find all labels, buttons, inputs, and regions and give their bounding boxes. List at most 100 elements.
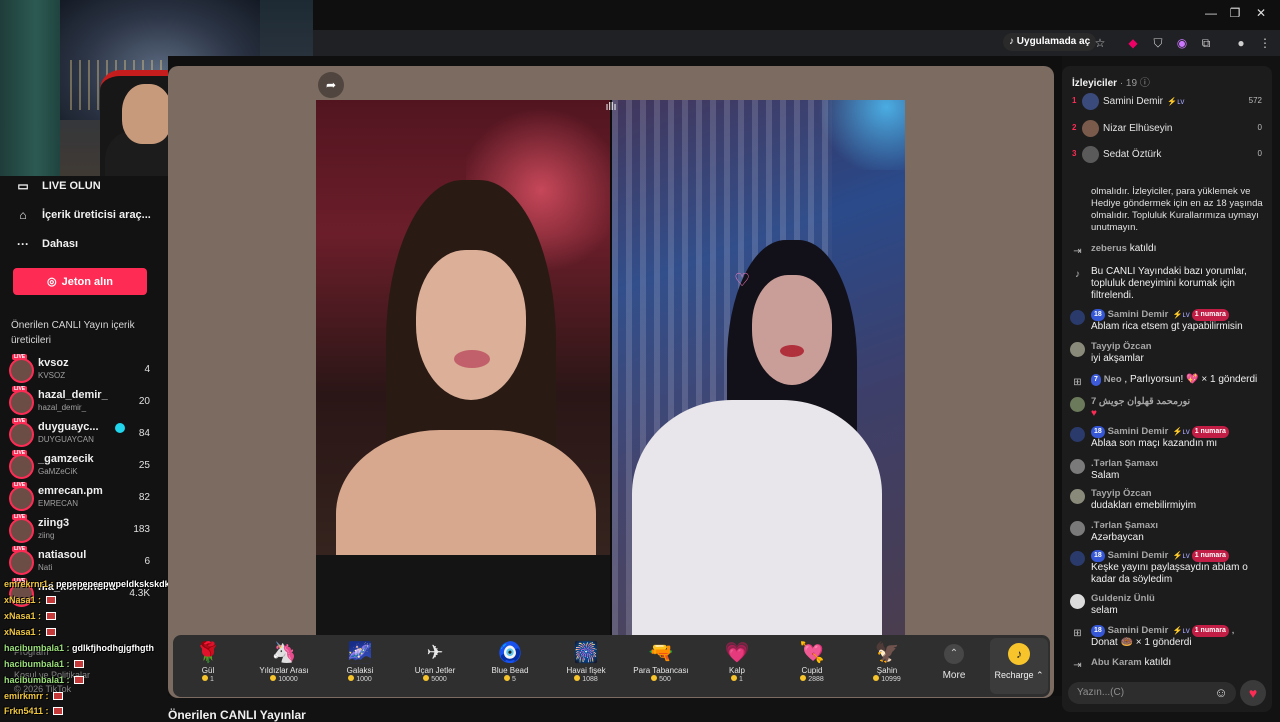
- viewer-count: 183: [133, 524, 150, 535]
- avatar: [9, 550, 34, 575]
- extension-icon[interactable]: ◆: [1124, 34, 1142, 52]
- avatar[interactable]: [1070, 551, 1085, 566]
- chat-username[interactable]: Samini Demir: [1108, 426, 1169, 437]
- gift-price-value: 5: [512, 676, 516, 683]
- chat-body: 18 Samini Demir ⚡ʟᴠ 1 numara , Donat 🍩 × …: [1091, 625, 1235, 648]
- extensions-puzzle-icon[interactable]: ⧉: [1197, 34, 1215, 52]
- video-guest-right[interactable]: ♡: [612, 100, 905, 635]
- emoji-icon[interactable]: ☺: [1212, 684, 1230, 702]
- gift-price-value: 5000: [431, 676, 447, 683]
- audio-bars-icon[interactable]: ıllı: [600, 101, 622, 117]
- creator-list-item[interactable]: LIVE emrecan.pm EMRECAN 82: [8, 482, 160, 514]
- chat-username[interactable]: Guldeniz Ünlü: [1091, 593, 1155, 604]
- creator-nickname: DUYGUAYCAN: [38, 435, 94, 444]
- avatar: [1082, 120, 1099, 137]
- avatar[interactable]: [1070, 397, 1085, 412]
- top-viewer-row[interactable]: 3 Sedat Öztürk 0: [1068, 144, 1266, 166]
- top-viewer-row[interactable]: 1 Samini Demir ⚡ʟᴠ 572: [1068, 91, 1266, 113]
- avatar[interactable]: [1070, 342, 1085, 357]
- profile-avatar-icon[interactable]: ●: [1232, 34, 1250, 52]
- top-viewer-row[interactable]: 2 Nizar Elhüseyin 0: [1068, 118, 1266, 140]
- gift-name: Uçan Jetler: [414, 666, 456, 675]
- gift-item[interactable]: 🦄 Yıldızlar Arası 10000: [247, 640, 321, 692]
- viewer-name: Sedat Öztürk: [1103, 149, 1161, 160]
- chat-username[interactable]: Tayyip Özcan: [1091, 341, 1152, 352]
- chat-username[interactable]: Samini Demir: [1108, 550, 1169, 561]
- gift-item[interactable]: 🧿 Blue Bead 5: [473, 640, 547, 692]
- video-host-left[interactable]: [316, 100, 610, 635]
- avatar: [9, 454, 34, 479]
- avatar[interactable]: [1070, 489, 1085, 504]
- creator-name: duyguayc...: [38, 421, 99, 433]
- gift-item[interactable]: ✈ Uçan Jetler 5000: [398, 640, 472, 692]
- chat-username[interactable]: Abu Karam: [1091, 657, 1142, 668]
- coin-icon: [651, 675, 658, 681]
- get-coins-label: Jeton alın: [61, 275, 113, 288]
- avatar[interactable]: [1070, 427, 1085, 442]
- chat-username[interactable]: zeberus: [1091, 243, 1127, 254]
- creator-list-item[interactable]: LIVE kvsoz KVSOZ 4: [8, 354, 160, 386]
- creator-list-item[interactable]: LIVE duyguayc... DUYGUAYCAN 84: [8, 418, 160, 450]
- creator-list-item[interactable]: LIVE natiasoul Nati 6: [8, 546, 160, 578]
- address-bar[interactable]: [313, 30, 998, 54]
- gift-name: Kalp: [728, 666, 745, 675]
- bookmark-star-icon[interactable]: ☆: [1091, 34, 1109, 52]
- nav-creator-tools[interactable]: ⌂ İçerik üreticisi araç...: [16, 204, 150, 226]
- chat-text: Salam: [1091, 470, 1120, 481]
- gift-box-icon: ⊞: [1073, 628, 1082, 639]
- viewer-rank: 2: [1072, 123, 1077, 132]
- creator-list-item[interactable]: LIVE ziing3 ziing 183: [8, 514, 160, 546]
- overlay-chat-user: emirkmrr :: [4, 691, 49, 701]
- viewer-name-text: Samini Demir: [1103, 96, 1164, 107]
- creator-name: emrecan.pm: [38, 485, 103, 497]
- creator-list-item[interactable]: LIVE _gamzecik GaMZeCiK 25: [8, 450, 160, 482]
- nav-more[interactable]: ··· Dahası: [16, 233, 78, 255]
- nav-label: Dahası: [42, 238, 79, 250]
- share-icon[interactable]: ➦: [318, 72, 344, 98]
- gift-item[interactable]: 🔫 Para Tabancası 500: [624, 640, 698, 692]
- open-in-app-button[interactable]: ♪ Uygulamada aç: [1003, 33, 1097, 51]
- overlay-chat-line: Frkn5411 :: [4, 706, 64, 716]
- gift-item[interactable]: 💘 Cupid 2888: [775, 640, 849, 692]
- chat-username[interactable]: نورمحمد قهلوان جويش 7: [1091, 396, 1190, 407]
- heart-like-icon[interactable]: ♥: [1240, 680, 1266, 706]
- live-badge: LIVE: [12, 386, 28, 392]
- avatar: [9, 358, 34, 383]
- chat-body: Tayyip Özcan iyi akşamlar: [1091, 341, 1266, 365]
- chat-username[interactable]: Samini Demir: [1108, 309, 1169, 320]
- avatar[interactable]: [1070, 310, 1085, 325]
- info-icon[interactable]: ⓘ: [1140, 78, 1150, 89]
- avatar[interactable]: [1070, 594, 1085, 609]
- get-coins-button[interactable]: ◎ Jeton alın: [13, 268, 147, 295]
- avatar: [9, 422, 34, 447]
- nav-go-live[interactable]: ▭ LIVE OLUN: [16, 175, 100, 197]
- chat-username[interactable]: .Tərlan Şamaxı: [1091, 458, 1158, 469]
- gift-item[interactable]: 🦅 Şahin 10999: [850, 640, 924, 692]
- more-gifts-button[interactable]: ⌃ More: [932, 642, 976, 690]
- chat-username[interactable]: Tayyip Özcan: [1091, 488, 1152, 499]
- gift-item[interactable]: 🌹 Gül 1: [171, 640, 245, 692]
- close-icon[interactable]: ✕: [1251, 6, 1271, 24]
- extension-icon[interactable]: ◉: [1173, 34, 1191, 52]
- gift-item[interactable]: 💗 Kalp 1: [700, 640, 774, 692]
- restore-icon[interactable]: ❐: [1225, 6, 1245, 24]
- avatar[interactable]: [1070, 459, 1085, 474]
- chat-username[interactable]: .Tərlan Şamaxı: [1091, 520, 1158, 531]
- overlay-chat-line: xNasa1 :: [4, 611, 56, 621]
- gift-item[interactable]: 🌌 Galaksi 1000: [323, 640, 397, 692]
- chat-input[interactable]: Yazın...(C): [1068, 682, 1236, 704]
- shield-extension-icon[interactable]: ⛉: [1149, 34, 1167, 52]
- menu-kebab-icon[interactable]: ⋮: [1256, 34, 1274, 52]
- gift-price-value: 10999: [881, 676, 901, 683]
- creator-list-item[interactable]: LIVE hazal_demir_ hazal_demir_ 20: [8, 386, 160, 418]
- recharge-button[interactable]: ♪ Recharge ⌃: [990, 638, 1048, 694]
- gift-item[interactable]: 🎆 Havai fişek 1088: [549, 640, 623, 692]
- minimize-icon[interactable]: —: [1201, 6, 1221, 24]
- chat-username[interactable]: Neo: [1104, 374, 1122, 385]
- avatar[interactable]: [1070, 521, 1085, 536]
- coin-icon: [348, 675, 355, 681]
- recommended-creators-title: Önerilen CANLI Yayın içerik üreticileri: [11, 320, 135, 346]
- chat-username[interactable]: Samini Demir: [1108, 625, 1169, 636]
- overlay-chat-line: emirkmrr :: [4, 691, 64, 701]
- overlay-chat-line: hacibumbala1 : gdlkfjhodhgjgfhgth: [4, 643, 154, 653]
